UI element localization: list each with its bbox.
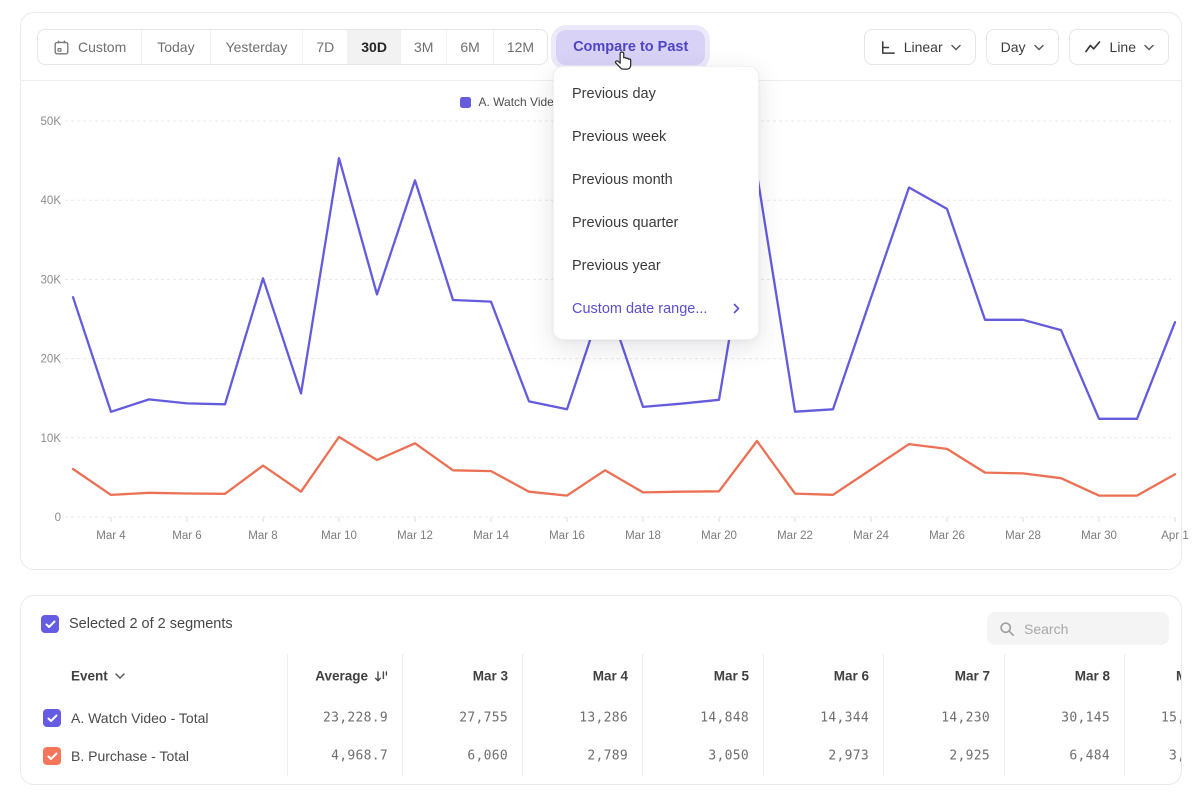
cell-value: 14,344 [763,711,869,726]
cell-value-clipped: 3, [1169,749,1182,764]
menu-item-previous-day[interactable]: Previous day [554,72,758,115]
cell-value: 14,848 [642,711,749,726]
svg-text:Apr 1: Apr 1 [1161,530,1189,542]
chart-toolbar: Custom Today Yesterday 7D 30D 3M 6M 12M … [37,29,1169,65]
interval-select-button[interactable]: Day [986,29,1059,65]
line-chart-icon [1084,39,1102,55]
search-box [987,612,1169,645]
segment-label: B. Purchase - Total [71,748,189,764]
cell-value: 2,925 [883,749,990,764]
date-column-header: Mar 7 [883,669,990,684]
select-all-row: Selected 2 of 2 segments [41,615,233,633]
svg-text:Mar 22: Mar 22 [777,530,813,542]
search-input[interactable] [1024,621,1154,637]
search-icon [999,621,1015,637]
svg-text:Mar 10: Mar 10 [321,530,357,542]
cell-value: 30,145 [1004,711,1110,726]
range-custom[interactable]: Custom [38,30,141,64]
date-column-header-clipped: M [1176,669,1182,684]
compare-dropdown-menu: Previous day Previous week Previous mont… [553,66,759,340]
cell-value: 2,789 [522,749,628,764]
svg-text:Mar 12: Mar 12 [397,530,433,542]
svg-text:Mar 26: Mar 26 [929,530,965,542]
average-value: 23,228.9 [287,711,388,726]
cell-value: 2,973 [763,749,869,764]
cell-value: 3,050 [642,749,749,764]
selected-segments-label: Selected 2 of 2 segments [69,616,233,632]
segment-label: A. Watch Video - Total [71,710,208,726]
chevron-down-icon [115,673,125,680]
event-column-header[interactable]: Event [71,669,125,684]
cell-value: 6,484 [1004,749,1110,764]
date-column-header: Mar 8 [1004,669,1110,684]
chevron-right-icon [733,303,740,314]
svg-text:Mar 24: Mar 24 [853,530,889,542]
select-all-checkbox[interactable] [41,615,59,633]
svg-text:30K: 30K [41,274,62,286]
svg-text:Mar 6: Mar 6 [172,530,201,542]
svg-text:Mar 16: Mar 16 [549,530,585,542]
menu-item-custom-date-range[interactable]: Custom date range... [554,287,758,330]
mouse-cursor [612,50,635,73]
svg-text:50K: 50K [41,116,62,128]
date-column-header: Mar 6 [763,669,869,684]
range-today[interactable]: Today [141,30,209,64]
svg-text:Mar 14: Mar 14 [473,530,509,542]
check-icon [47,752,58,761]
chevron-down-icon [951,44,961,51]
date-range-group: Custom Today Yesterday 7D 30D 3M 6M 12M [37,29,548,65]
range-30d[interactable]: 30D [347,30,400,64]
chart-type-select-button[interactable]: Line [1069,29,1169,65]
range-12m[interactable]: 12M [493,30,547,64]
svg-text:Mar 4: Mar 4 [96,530,126,542]
cell-value: 13,286 [522,711,628,726]
range-7d[interactable]: 7D [302,30,347,64]
row-checkbox-purchase[interactable] [43,747,61,765]
table-header-row: Event Average Mar 3 Mar 4 Mar 5 Mar 6 Ma… [21,656,1181,696]
cell-value: 27,755 [402,711,508,726]
cell-value: 14,230 [883,711,990,726]
sort-descending-icon [374,669,388,683]
menu-item-previous-year[interactable]: Previous year [554,244,758,287]
row-checkbox-watch-video[interactable] [43,709,61,727]
check-icon [47,714,58,723]
svg-text:Mar 28: Mar 28 [1005,530,1041,542]
cell-value-clipped: 15, [1161,711,1182,726]
menu-item-previous-month[interactable]: Previous month [554,158,758,201]
svg-text:Mar 18: Mar 18 [625,530,661,542]
menu-item-previous-week[interactable]: Previous week [554,115,758,158]
svg-text:40K: 40K [41,195,62,207]
chevron-down-icon [1034,44,1044,51]
svg-text:Mar 20: Mar 20 [701,530,737,542]
axis-scale-icon [879,39,896,56]
cell-value: 6,060 [402,749,508,764]
scale-select-button[interactable]: Linear [864,29,976,65]
check-icon [45,620,56,629]
average-column-header[interactable]: Average [287,669,388,684]
date-column-header: Mar 5 [642,669,749,684]
svg-text:0: 0 [55,512,61,524]
svg-text:Mar 30: Mar 30 [1081,530,1117,542]
chevron-down-icon [1144,44,1154,51]
table-row[interactable]: A. Watch Video - Total 23,228.9 27,755 1… [21,699,1181,737]
date-column-header: Mar 3 [402,669,508,684]
table-row[interactable]: B. Purchase - Total 4,968.7 6,060 2,789 … [21,737,1181,775]
legend-swatch-purple [460,97,471,108]
svg-text:Mar 8: Mar 8 [248,530,277,542]
range-custom-label: Custom [78,39,126,55]
menu-item-previous-quarter[interactable]: Previous quarter [554,201,758,244]
date-column-header: Mar 4 [522,669,628,684]
average-value: 4,968.7 [287,749,388,764]
range-yesterday[interactable]: Yesterday [210,30,303,64]
calendar-icon [53,39,70,56]
segments-panel: Selected 2 of 2 segments Event Average [20,595,1182,785]
range-3m[interactable]: 3M [400,30,446,64]
svg-text:10K: 10K [41,433,62,445]
svg-text:20K: 20K [41,354,62,366]
range-6m[interactable]: 6M [446,30,492,64]
